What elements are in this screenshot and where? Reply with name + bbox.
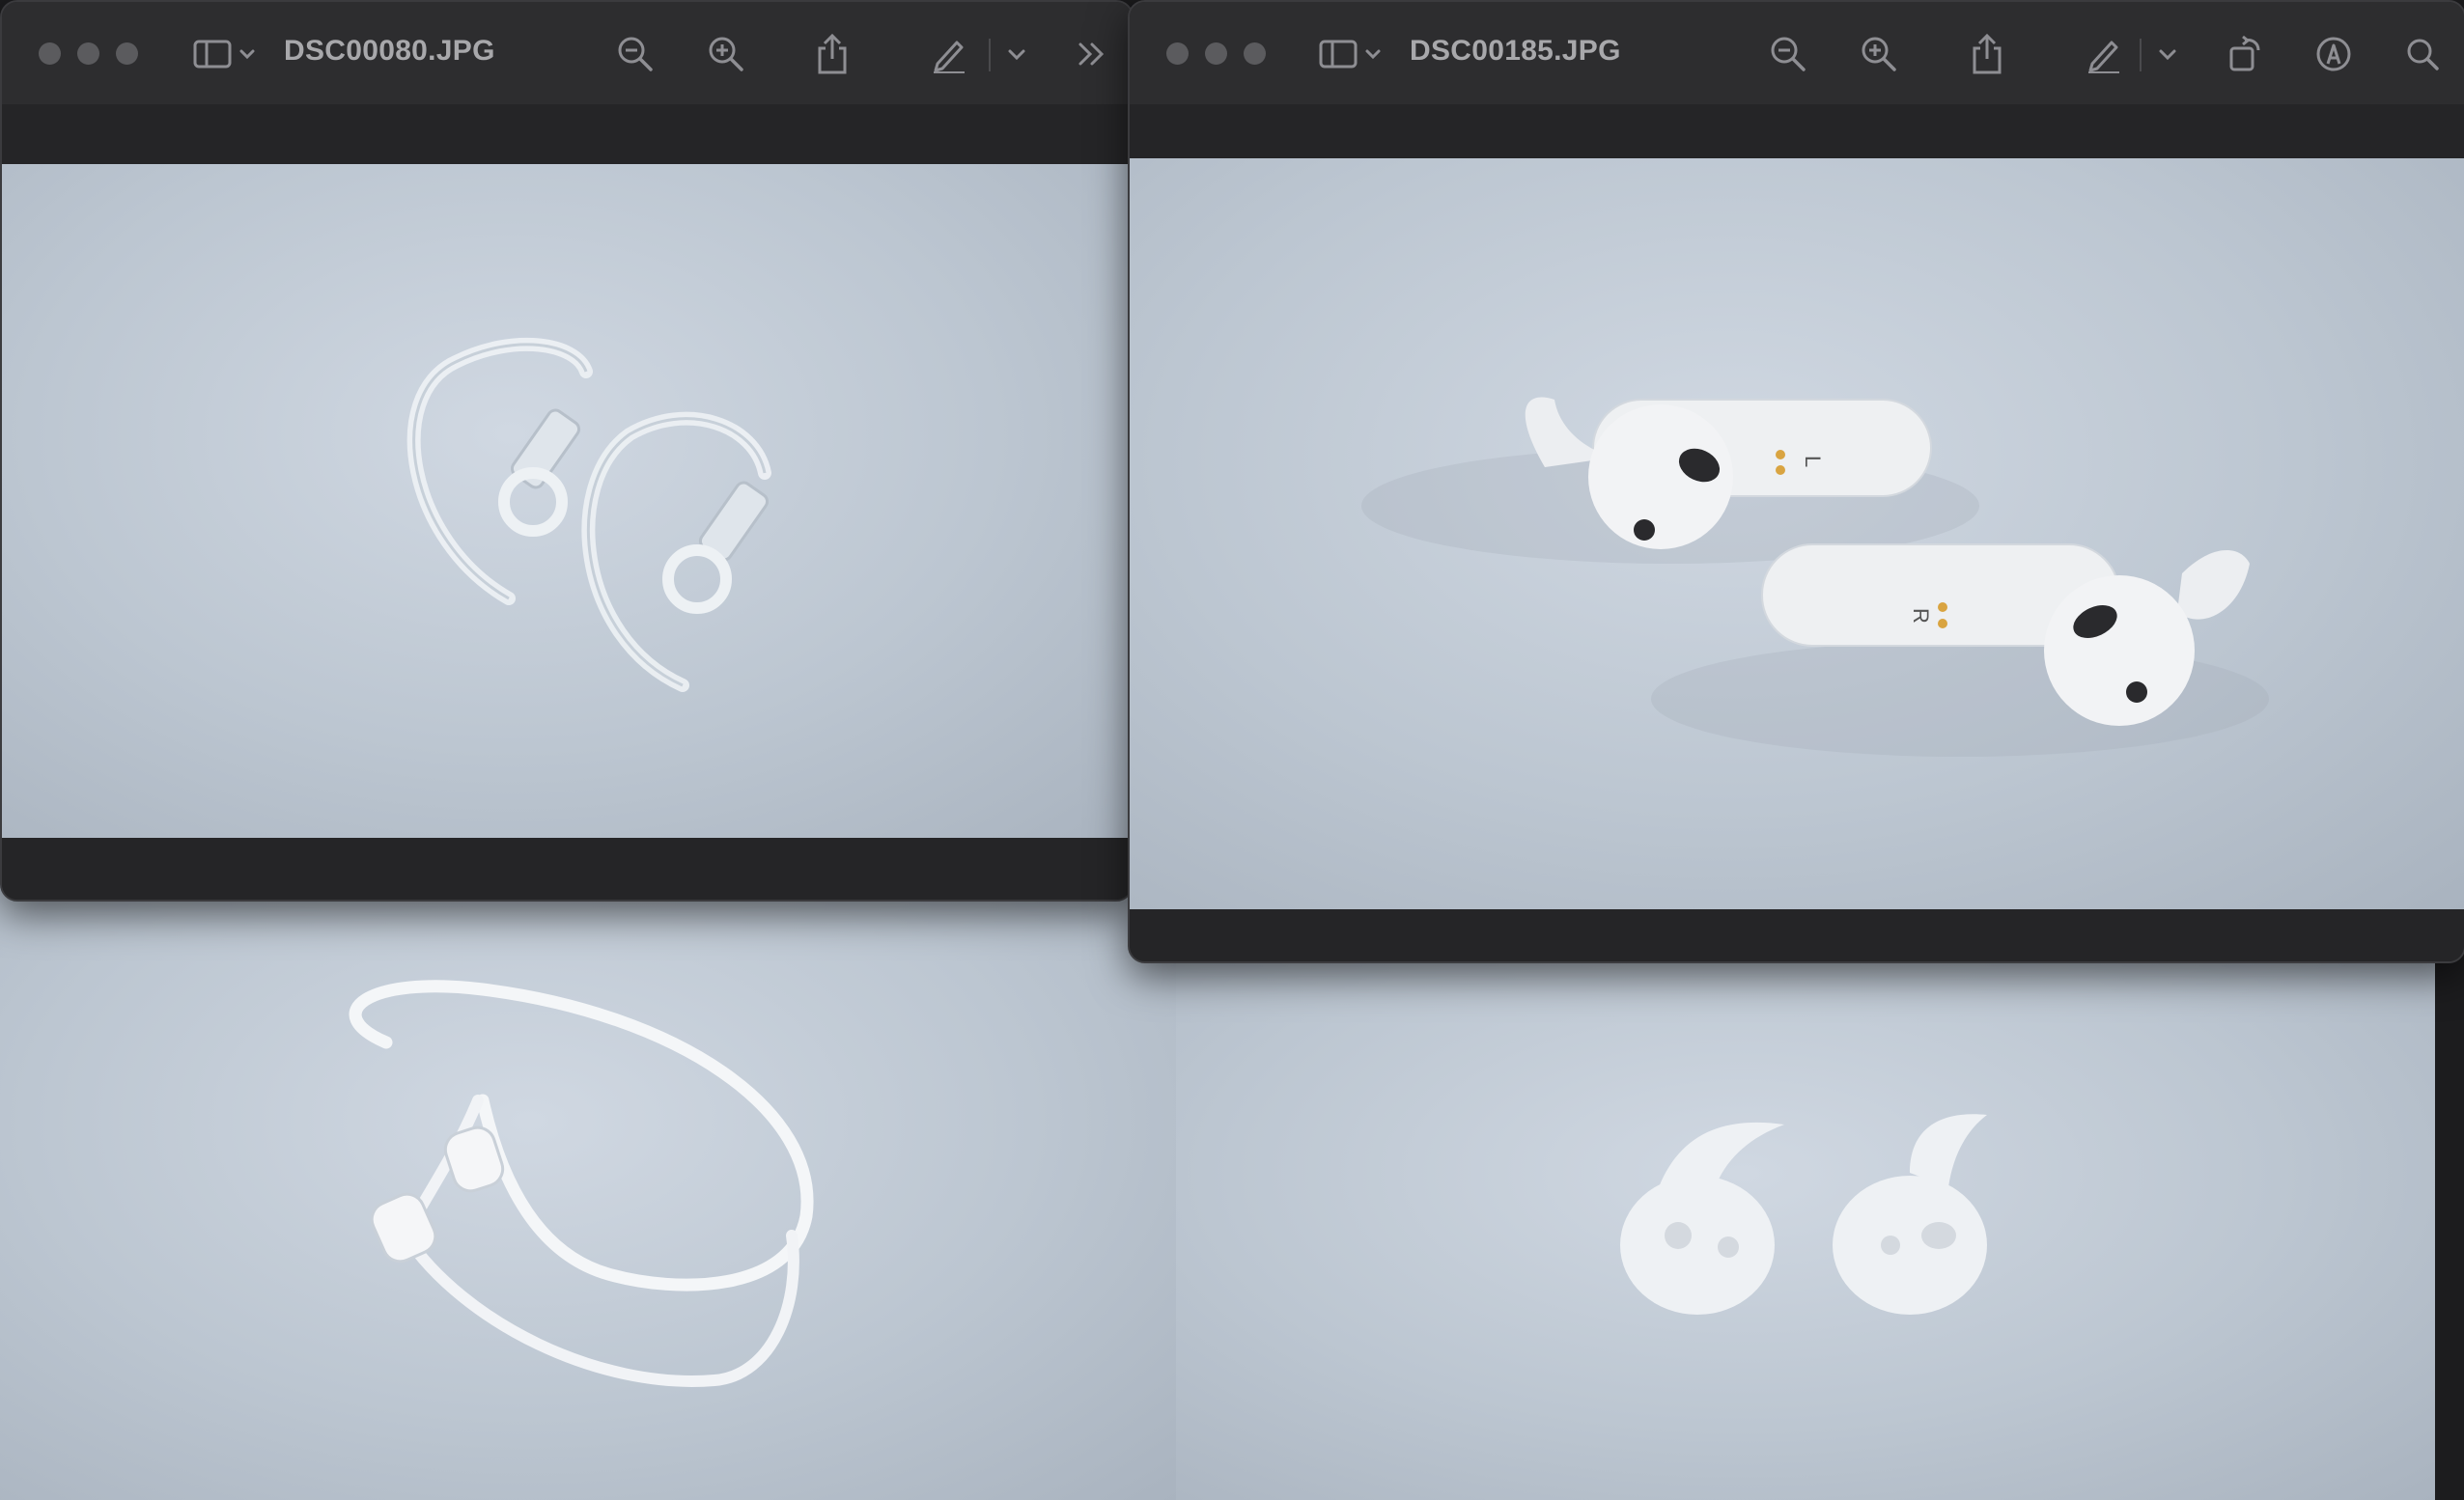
share-button[interactable] xyxy=(807,29,857,79)
ear-tips-illustration xyxy=(1620,1114,1987,1315)
sidebar-toggle-button[interactable] xyxy=(191,29,259,79)
search-icon xyxy=(2407,39,2439,70)
share-icon xyxy=(818,33,847,74)
markup-pen-icon xyxy=(934,41,965,73)
preview-window-2[interactable]: DSC00185.JPG L R xyxy=(1128,0,2464,963)
toolbar-separator xyxy=(989,39,991,71)
image-top-strip xyxy=(2,104,1132,164)
zoom-in-icon xyxy=(709,37,743,71)
zoom-out-icon xyxy=(1771,37,1806,71)
share-icon xyxy=(1973,33,2002,74)
markup-menu-button[interactable] xyxy=(1002,29,1031,79)
markup-button[interactable] xyxy=(2080,29,2128,79)
markup-menu-button[interactable] xyxy=(2153,29,2182,79)
zoom-in-button[interactable] xyxy=(701,29,751,79)
rotate-icon xyxy=(2229,35,2260,71)
window-title: DSC00185.JPG xyxy=(1410,35,1621,67)
background-photo-strap xyxy=(0,869,1176,1500)
image-bottom-strip xyxy=(1130,909,2464,961)
sidebar-toggle-button[interactable] xyxy=(1317,29,1385,79)
more-chevrons-icon xyxy=(1078,42,1105,66)
preview-window-1[interactable]: DSC00080.JPG xyxy=(0,0,1134,902)
zoom-out-icon xyxy=(618,37,653,71)
zoom-in-icon xyxy=(1862,37,1896,71)
search-button[interactable] xyxy=(2398,29,2447,79)
charging-pin xyxy=(1776,465,1785,475)
markup-pen-icon xyxy=(2088,41,2119,73)
charging-pin xyxy=(1776,450,1785,459)
image-view[interactable] xyxy=(2,164,1132,838)
rotate-button[interactable] xyxy=(2221,29,2269,79)
chevron-down-icon xyxy=(239,49,255,60)
zoom-out-button[interactable] xyxy=(610,29,660,79)
window-title: DSC00080.JPG xyxy=(284,35,495,67)
strap-illustration xyxy=(349,980,814,1387)
close-button[interactable] xyxy=(39,42,61,65)
background-photo-ear-tips xyxy=(1176,956,2435,1500)
charging-pin xyxy=(1938,619,1947,628)
traffic-lights xyxy=(1166,42,1266,65)
earbuds-illustration: L R xyxy=(1361,397,2269,757)
markup-button[interactable] xyxy=(925,29,973,79)
charging-pin xyxy=(1938,602,1947,612)
zoom-button[interactable] xyxy=(116,42,138,65)
zoom-out-button[interactable] xyxy=(1763,29,1813,79)
chevron-down-icon xyxy=(2159,49,2176,61)
markup-toolbar-button[interactable] xyxy=(2310,29,2358,79)
minimize-button[interactable] xyxy=(77,42,99,65)
share-button[interactable] xyxy=(1962,29,2012,79)
window-toolbar: DSC00185.JPG xyxy=(1130,2,2464,106)
traffic-lights xyxy=(39,42,138,65)
close-button[interactable] xyxy=(1166,42,1189,65)
markup-circle-icon xyxy=(2316,37,2351,71)
minimize-button[interactable] xyxy=(1205,42,1227,65)
toolbar-separator xyxy=(2140,39,2142,71)
window-toolbar: DSC00080.JPG xyxy=(2,2,1132,106)
sidebar-toggle-icon xyxy=(193,40,255,69)
image-top-strip xyxy=(1130,104,2464,158)
image-view[interactable]: L R xyxy=(1130,158,2464,909)
image-bottom-strip xyxy=(2,838,1132,900)
earbud-label-left: L xyxy=(1801,456,1825,467)
ear-hooks-illustration xyxy=(406,337,771,692)
chevron-down-icon xyxy=(1008,49,1025,61)
zoom-in-button[interactable] xyxy=(1854,29,1904,79)
zoom-button[interactable] xyxy=(1244,42,1266,65)
sidebar-toggle-icon xyxy=(1319,40,1381,69)
more-tools-button[interactable] xyxy=(1068,29,1114,79)
earbud-label-right: R xyxy=(1909,608,1933,624)
chevron-down-icon xyxy=(1365,49,1381,60)
